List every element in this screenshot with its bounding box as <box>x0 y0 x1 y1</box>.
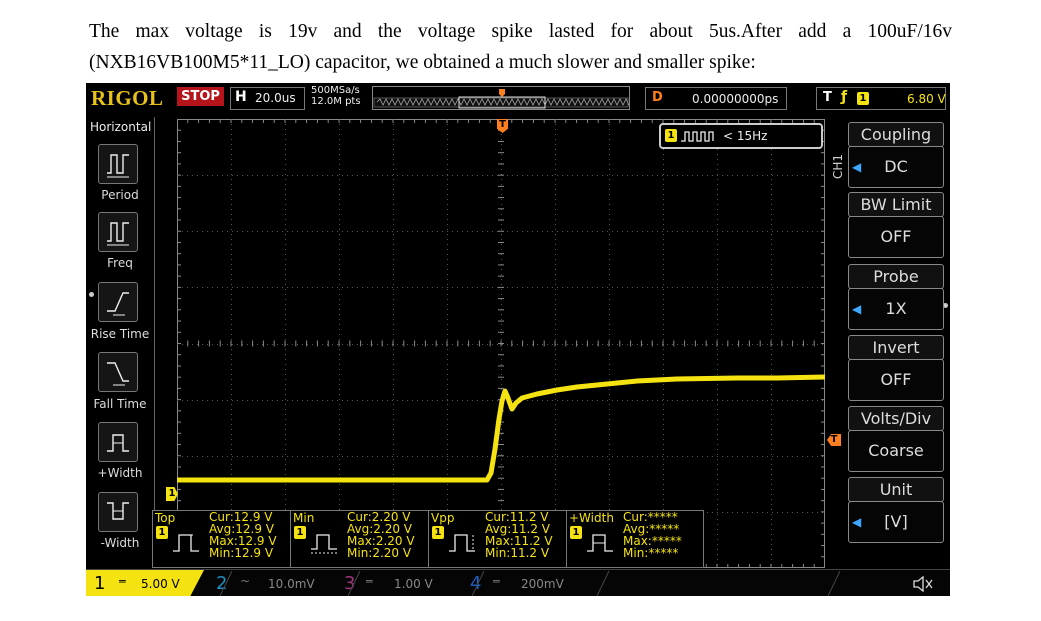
memory-waveform-icon <box>373 89 642 109</box>
rising-edge-icon: ƒ <box>841 89 848 105</box>
measurement-name: Top <box>155 511 176 525</box>
neg-width-icon <box>107 502 129 520</box>
menu-title: Horizontal <box>90 120 152 134</box>
trigger-box[interactable]: T ƒ 1 6.80 V <box>816 87 946 110</box>
fall-time-icon <box>107 362 129 386</box>
invert-title: Invert <box>848 335 944 360</box>
counter-value: < 15Hz <box>723 129 768 143</box>
pos-width-icon <box>107 434 129 452</box>
select-arrow-icon: ◀ <box>852 160 862 174</box>
frequency-counter[interactable]: 1 < 15Hz <box>659 123 823 149</box>
coupling-title: Coupling <box>848 122 944 147</box>
timebase-value: 20.0us <box>255 91 296 105</box>
horizontal-measure-menu: Horizontal Period Freq Rise Time Fall Ti… <box>86 117 155 565</box>
unit-title: Unit <box>848 477 944 502</box>
measurement-min[interactable]: Min 1 Cur:2.20 V Avg:2.20 V Max:2.20 V M… <box>290 510 430 568</box>
caption-text: The max voltage is 19v and the voltage s… <box>89 16 952 78</box>
rise-time-button[interactable] <box>98 282 138 322</box>
select-arrow-icon: ◀ <box>852 515 862 529</box>
sample-rate: 500MSa/s <box>311 85 360 96</box>
measurement-values: Cur:12.9 V Avg:12.9 V Max:12.9 V Min:12.… <box>209 511 277 559</box>
channel-settings-menu: Coupling DC ◀ BW Limit OFF Probe 1X ◀ In… <box>846 117 950 583</box>
pos-width-pulse-icon <box>587 534 613 552</box>
measurement-channel: 1 <box>156 526 168 539</box>
left-menu-label: Rise Time <box>90 327 150 341</box>
horizontal-label: H <box>235 89 247 105</box>
square-wave-icon <box>681 131 714 142</box>
run-stop-status[interactable]: STOP <box>177 87 224 106</box>
delay-box[interactable]: D 0.00000000ps <box>645 87 787 110</box>
measure-min: Min:2.20 V <box>347 546 412 560</box>
trigger-label: T <box>823 90 832 105</box>
select-arrow-icon: ◀ <box>852 302 862 316</box>
status-bar-dividers <box>219 570 841 596</box>
coupling-value[interactable]: DC <box>848 146 944 188</box>
invert-value[interactable]: OFF <box>848 359 944 401</box>
measurement-name: Vpp <box>431 511 455 525</box>
measurement-channel: 1 <box>294 526 306 539</box>
measurement-vpp[interactable]: Vpp 1 Cur:11.2 V Avg:11.2 V Max:11.2 V M… <box>428 510 568 568</box>
period-button[interactable] <box>98 144 138 184</box>
top-pulse-icon <box>173 534 199 552</box>
measurement-channel: 1 <box>570 526 582 539</box>
left-knob-indicator <box>89 292 94 297</box>
measurement-name: Min <box>293 511 315 525</box>
probe-title: Probe <box>848 264 944 289</box>
channel-status-bar: 1 ═ 5.00 V 2 ~ 10.0mV 3 ═ 1.00 V 4 ═ 200… <box>86 569 950 596</box>
memory-depth: 12.0M pts <box>311 96 361 107</box>
unit-value[interactable]: [V] <box>848 501 944 543</box>
freq-icon <box>107 222 129 246</box>
freq-button[interactable] <box>98 212 138 252</box>
trigger-level: 6.80 V <box>907 92 946 106</box>
measure-min: Min:11.2 V <box>485 546 550 560</box>
measurement-name: +Width <box>569 511 614 525</box>
left-menu-label: Freq <box>107 256 133 270</box>
memory-overview-bar[interactable] <box>372 86 642 110</box>
rise-time-icon <box>107 292 129 316</box>
measurement-values: Cur:***** Avg:***** Max:***** Min:***** <box>623 511 682 559</box>
oscilloscope-screen: RIGOL STOP H 20.0us 500MSa/s 12.0M pts D… <box>86 83 950 596</box>
measurement-values: Cur:2.20 V Avg:2.20 V Max:2.20 V Min:2.2… <box>347 511 415 559</box>
measurement-pos-width[interactable]: +Width 1 Cur:***** Avg:***** Max:***** M… <box>566 510 704 568</box>
acquisition-info: 500MSa/s 12.0M pts <box>311 85 361 107</box>
bw-limit-title: BW Limit <box>848 192 944 217</box>
left-menu-label: Period <box>101 188 139 202</box>
vpp-pulse-icon <box>449 534 475 552</box>
channel-tab-label: CH1 <box>831 153 845 179</box>
neg-width-button[interactable] <box>98 492 138 532</box>
delay-value: 0.00000000ps <box>692 92 779 106</box>
rigol-logo: RIGOL <box>91 86 164 110</box>
timebase-box[interactable]: H 20.0us <box>230 87 305 110</box>
waveform-grid[interactable] <box>177 119 825 568</box>
min-pulse-icon <box>311 534 339 554</box>
pos-width-button[interactable] <box>98 422 138 462</box>
left-menu-label: -Width <box>100 536 140 550</box>
measurement-top[interactable]: Top 1 Cur:12.9 V Avg:12.9 V Max:12.9 V M… <box>152 510 292 568</box>
fall-time-button[interactable] <box>98 352 138 392</box>
left-menu-label: Fall Time <box>93 397 147 411</box>
measurement-channel: 1 <box>432 526 444 539</box>
trigger-source: 1 <box>857 92 869 105</box>
left-menu-label: +Width <box>97 466 143 480</box>
volts-div-value[interactable]: Coarse <box>848 430 944 472</box>
measurement-values: Cur:11.2 V Avg:11.2 V Max:11.2 V Min:11.… <box>485 511 553 559</box>
delay-label: D <box>652 90 663 105</box>
measure-min: Min:***** <box>623 546 679 560</box>
counter-channel: 1 <box>665 129 677 142</box>
volts-div-title: Volts/Div <box>848 406 944 431</box>
caption-line-2: (NXB16VB100M5*11_LO) capacitor, we obtai… <box>89 52 756 73</box>
period-icon <box>107 154 129 178</box>
caption-line-1: The max voltage is 19v and the voltage s… <box>89 21 952 42</box>
speaker-muted-icon[interactable] <box>912 575 934 593</box>
measure-min: Min:12.9 V <box>209 546 274 560</box>
probe-value[interactable]: 1X <box>848 288 944 330</box>
trigger-level-marker[interactable]: T <box>827 434 841 446</box>
bw-limit-value[interactable]: OFF <box>848 216 944 258</box>
